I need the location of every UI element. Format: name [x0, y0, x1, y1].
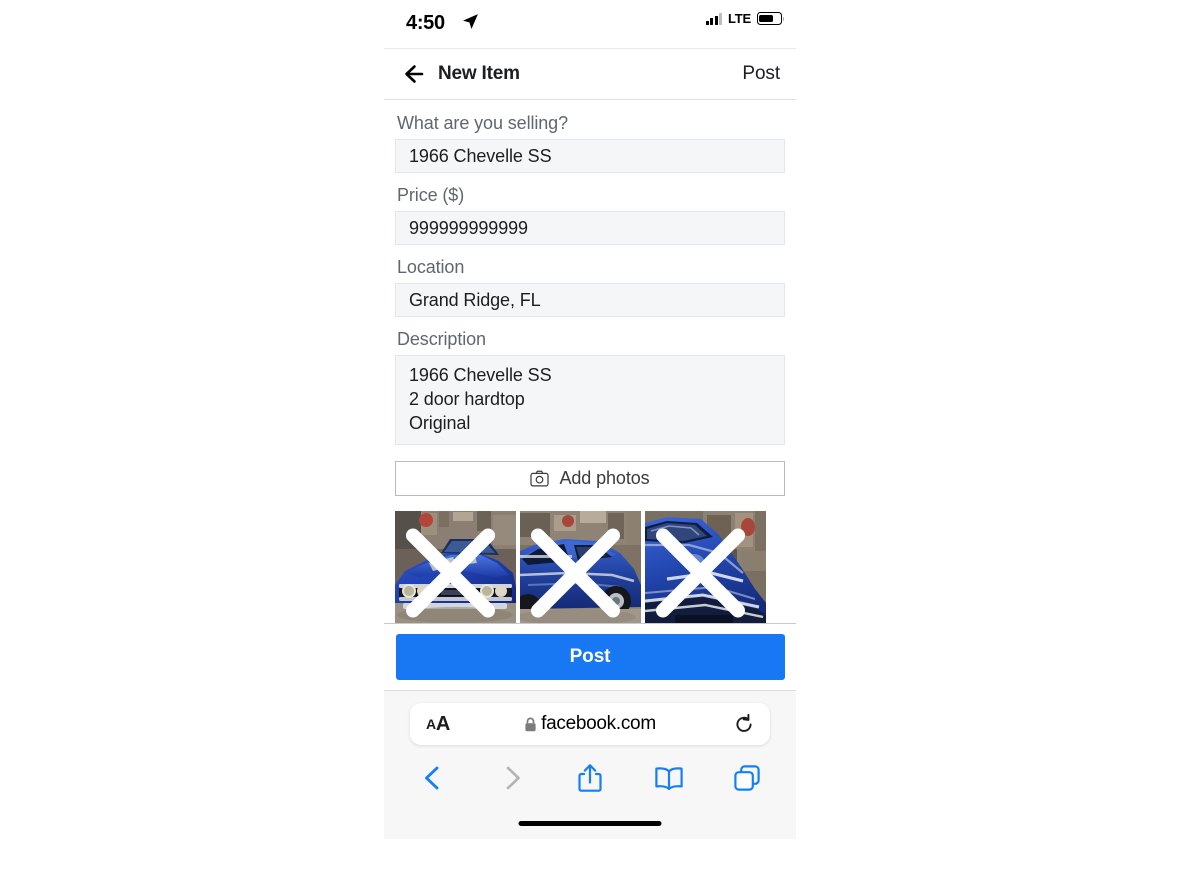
url-display[interactable]: facebook.com: [524, 713, 656, 735]
text-size-large-a: A: [435, 712, 451, 735]
url-text: facebook.com: [541, 713, 656, 734]
post-action-bar: Post: [384, 623, 796, 690]
bookmarks-button[interactable]: [648, 759, 690, 797]
share-button[interactable]: [569, 759, 611, 797]
reload-icon: [736, 713, 752, 732]
title-field-label: What are you selling?: [397, 113, 568, 133]
screenshot-root: 4:50 LTE New Item Post What are you sell…: [0, 0, 1180, 885]
chevron-right-icon: [506, 766, 520, 790]
text-size-small-a: A: [426, 716, 436, 732]
chevron-left-icon: [425, 766, 439, 790]
title-input[interactable]: 1966 Chevelle SS: [395, 139, 785, 173]
add-photos-button[interactable]: Add photos: [395, 461, 785, 496]
description-line: 2 door hardtop: [409, 389, 525, 409]
close-x-icon[interactable]: [395, 514, 511, 623]
camera-icon: [530, 470, 550, 487]
add-photos-label: Add photos: [559, 468, 650, 488]
address-bar[interactable]: AA facebook.com: [410, 703, 770, 745]
photo-thumbnail-row: [395, 511, 785, 623]
home-indicator: [518, 821, 662, 826]
listing-form: What are you selling? 1966 Chevelle SS P…: [384, 100, 796, 623]
description-textarea[interactable]: 1966 Chevelle SS 2 door hardtop Original: [395, 355, 785, 445]
location-arrow-icon: [463, 14, 478, 29]
close-x-icon[interactable]: [645, 514, 761, 623]
nav-post-button[interactable]: Post: [742, 63, 780, 85]
safari-toolbar: [384, 759, 796, 797]
price-input[interactable]: 999999999999: [395, 211, 785, 245]
location-input[interactable]: Grand Ridge, FL: [395, 283, 785, 317]
reload-button[interactable]: [734, 703, 754, 745]
status-bar: 4:50 LTE: [384, 0, 796, 49]
location-field-label: Location: [397, 257, 465, 277]
safari-browser-chrome: AA facebook.com: [384, 690, 796, 839]
lock-icon: [525, 717, 536, 731]
text-size-button[interactable]: AA: [426, 703, 450, 745]
description-field-label: Description: [397, 329, 486, 349]
network-type-label: LTE: [728, 11, 751, 26]
photo-thumbnail[interactable]: [645, 511, 766, 623]
tabs-icon: [734, 765, 760, 791]
photo-thumbnail[interactable]: [520, 511, 641, 623]
forward-button: [491, 759, 533, 797]
tabs-button[interactable]: [726, 759, 768, 797]
share-icon: [578, 764, 602, 792]
page-title: New Item: [438, 63, 520, 84]
app-nav-bar: New Item Post: [384, 49, 796, 100]
back-button[interactable]: [400, 61, 426, 87]
status-indicators: LTE: [705, 11, 785, 26]
description-line: Original: [409, 413, 471, 433]
price-field-label: Price ($): [397, 185, 465, 205]
post-button[interactable]: Post: [395, 634, 785, 680]
cellular-signal-icon: [705, 13, 722, 25]
back-button[interactable]: [412, 759, 454, 797]
phone-viewport: 4:50 LTE New Item Post What are you sell…: [384, 0, 796, 885]
close-x-icon[interactable]: [520, 514, 636, 623]
photo-thumbnail[interactable]: [395, 511, 516, 623]
book-icon: [654, 767, 683, 790]
description-line: 1966 Chevelle SS: [409, 365, 552, 385]
battery-icon: [757, 12, 785, 25]
status-time: 4:50: [406, 12, 445, 34]
arrow-left-icon: [405, 65, 424, 83]
